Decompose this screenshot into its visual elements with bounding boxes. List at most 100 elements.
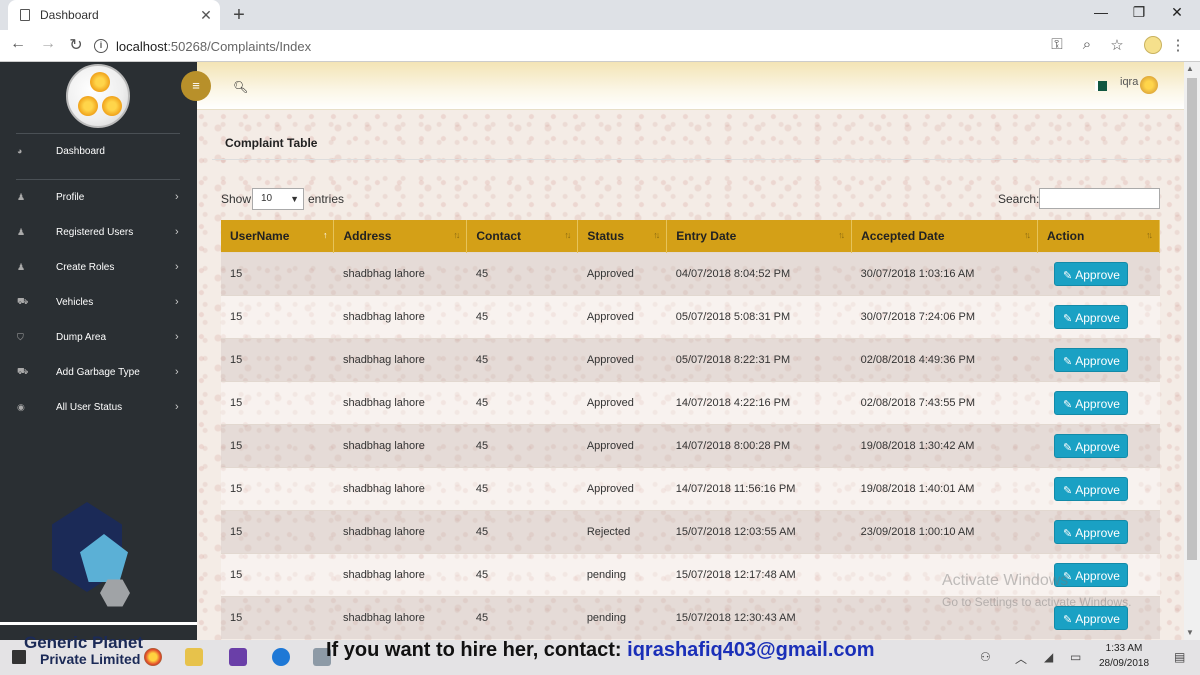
approve-button[interactable]: ✎ Approve [1054, 261, 1129, 286]
approve-label: Approve [1075, 611, 1120, 626]
approve-button[interactable]: ✎ Approve [1054, 519, 1129, 544]
chevron-right-icon: › [175, 366, 179, 378]
info-icon[interactable]: i [94, 39, 108, 53]
scroll-up-icon[interactable]: ▲ [1186, 64, 1194, 73]
cell-action: ✎ Approve [1037, 466, 1160, 510]
cell-contact: 45 [466, 380, 578, 424]
sidebar-item-dump-area[interactable]: ⛉ Dump Area › [0, 322, 197, 352]
cell-accepted-date: 19/08/2018 1:40:01 AM [851, 466, 1038, 510]
approve-button[interactable]: ✎ Approve [1054, 304, 1129, 329]
battery-icon[interactable]: ▭ [1070, 650, 1081, 664]
table-row: 15 shadbhag lahore 45 Approved 14/07/2018 11… [221, 466, 1160, 510]
pakistan-flag-icon[interactable] [1095, 81, 1107, 91]
url-host: localhost [116, 38, 168, 54]
eye-icon: ◉ [17, 401, 25, 412]
cell-address: shadbhag lahore [333, 294, 467, 338]
scroll-down-icon[interactable]: ▼ [1186, 628, 1194, 637]
reload-button[interactable]: ↻ [66, 35, 86, 55]
cell-entry-date: 14/07/2018 4:22:16 PM [666, 380, 852, 424]
cell-contact: 45 [466, 337, 578, 381]
search-input[interactable] [1039, 188, 1160, 209]
new-tab-button[interactable]: + [228, 4, 250, 27]
column-header-action[interactable]: Action ↑↓ [1037, 220, 1161, 252]
cell-entry-date: 04/07/2018 8:04:52 PM [666, 251, 852, 295]
cell-username: 15 [221, 466, 334, 510]
sort-icon: ↑↓ [1146, 230, 1153, 240]
close-tab-icon[interactable]: ✕ [196, 7, 216, 24]
panel-divider [212, 159, 1170, 160]
truck-icon: ⛟ [17, 366, 29, 376]
network-icon[interactable]: ◢ [1044, 650, 1053, 664]
clock-date[interactable]: 28/09/2018 [1094, 658, 1154, 669]
user-name[interactable]: iqra [1120, 76, 1138, 88]
approve-button[interactable]: ✎ Approve [1054, 605, 1129, 630]
cell-entry-date: 14/07/2018 8:00:28 PM [666, 423, 852, 467]
address-bar[interactable]: i localhost :50268/Complaints/Index [94, 35, 1014, 57]
avatar[interactable] [1140, 76, 1158, 94]
back-button[interactable]: ← [8, 35, 28, 53]
column-header-entry-date[interactable]: Entry Date ↑↓ [666, 220, 853, 252]
column-header-contact[interactable]: Contact ↑↓ [466, 220, 579, 252]
approve-button[interactable]: ✎ Approve [1054, 476, 1129, 501]
sidebar-item-vehicles[interactable]: ⛟ Vehicles › [0, 287, 197, 317]
browser-toolbar: ← → ↻ i localhost :50268/Complaints/Inde… [0, 30, 1200, 62]
cell-status: Approved [577, 251, 667, 295]
clock-time[interactable]: 1:33 AM [1104, 643, 1144, 654]
people-icon[interactable]: ⚇ [980, 650, 991, 664]
chrome-icon[interactable] [144, 648, 162, 666]
edge-icon[interactable] [272, 648, 290, 666]
sidebar-toggle-button[interactable]: ≡ [181, 71, 211, 101]
url-path: :50268/Complaints/Index [167, 38, 312, 54]
cell-entry-date: 15/07/2018 12:17:48 AM [666, 552, 852, 596]
maximize-button[interactable]: ❐ [1124, 4, 1154, 21]
cell-action: ✎ Approve [1037, 380, 1160, 424]
search-icon[interactable]: 🔍︎ [233, 80, 248, 94]
file-explorer-icon[interactable] [185, 648, 203, 666]
cell-entry-date: 05/07/2018 8:22:31 PM [666, 337, 852, 381]
cell-contact: 45 [466, 423, 578, 467]
truck-icon: ⛟ [17, 296, 29, 306]
zoom-icon[interactable]: ⌕ [1077, 36, 1097, 53]
flower-icon [90, 72, 110, 92]
sidebar-item-create-roles[interactable]: ♟ Create Roles › [0, 252, 197, 282]
column-header-username[interactable]: UserName ↑ [221, 220, 335, 252]
cell-address: shadbhag lahore [333, 595, 467, 639]
sidebar-item-label: Dashboard [56, 145, 105, 157]
cell-action: ✎ Approve [1037, 509, 1160, 553]
minimize-button[interactable]: — [1086, 4, 1116, 20]
approve-button[interactable]: ✎ Approve [1054, 433, 1129, 458]
scrollbar-thumb[interactable] [1187, 78, 1197, 560]
entries-select[interactable]: 10 ▼ [252, 188, 304, 210]
notifications-icon[interactable]: ▤ [1174, 650, 1185, 664]
browser-tab[interactable]: Dashboard ✕ [8, 0, 220, 30]
column-header-status[interactable]: Status ↑↓ [577, 220, 668, 252]
profile-avatar-icon[interactable] [1144, 36, 1162, 54]
sidebar-item-registered-users[interactable]: ♟ Registered Users › [0, 217, 197, 247]
approve-button[interactable]: ✎ Approve [1054, 390, 1129, 415]
column-header-accepted-date[interactable]: Accepted Date ↑↓ [851, 220, 1038, 252]
chevron-up-icon[interactable]: ︿ [1015, 650, 1027, 667]
forward-button[interactable]: → [38, 35, 58, 53]
sidebar-item-all-user-status[interactable]: ◉ All User Status › [0, 392, 197, 422]
table-row: 15 shadbhag lahore 45 Approved 14/07/2018 8:… [221, 423, 1160, 467]
cell-entry-date: 15/07/2018 12:30:43 AM [666, 595, 852, 639]
sidebar-item-label: All User Status [56, 401, 123, 413]
bookmark-star-icon[interactable]: ☆ [1107, 36, 1127, 54]
sidebar-item-add-garbage-type[interactable]: ⛟ Add Garbage Type › [0, 357, 197, 387]
sidebar-item-profile[interactable]: ♟ Profile › [0, 182, 197, 212]
close-window-button[interactable]: ✕ [1162, 4, 1192, 21]
cell-username: 15 [221, 423, 334, 467]
column-header-address[interactable]: Address ↑↓ [333, 220, 468, 252]
approve-label: Approve [1075, 396, 1120, 411]
sidebar-item-dashboard[interactable]: ◕ Dashboard [0, 136, 197, 166]
key-icon[interactable]: ⚿ [1047, 36, 1067, 53]
approve-button[interactable]: ✎ Approve [1054, 347, 1129, 372]
cell-action: ✎ Approve [1037, 337, 1160, 381]
approve-label: Approve [1075, 439, 1120, 454]
sort-icon: ↑↓ [453, 230, 460, 240]
visual-studio-icon[interactable] [229, 648, 247, 666]
menu-dots-icon[interactable]: ⋮ [1168, 36, 1188, 54]
cell-address: shadbhag lahore [333, 552, 467, 596]
edit-icon: ✎ [1063, 484, 1073, 497]
cell-address: shadbhag lahore [333, 380, 467, 424]
